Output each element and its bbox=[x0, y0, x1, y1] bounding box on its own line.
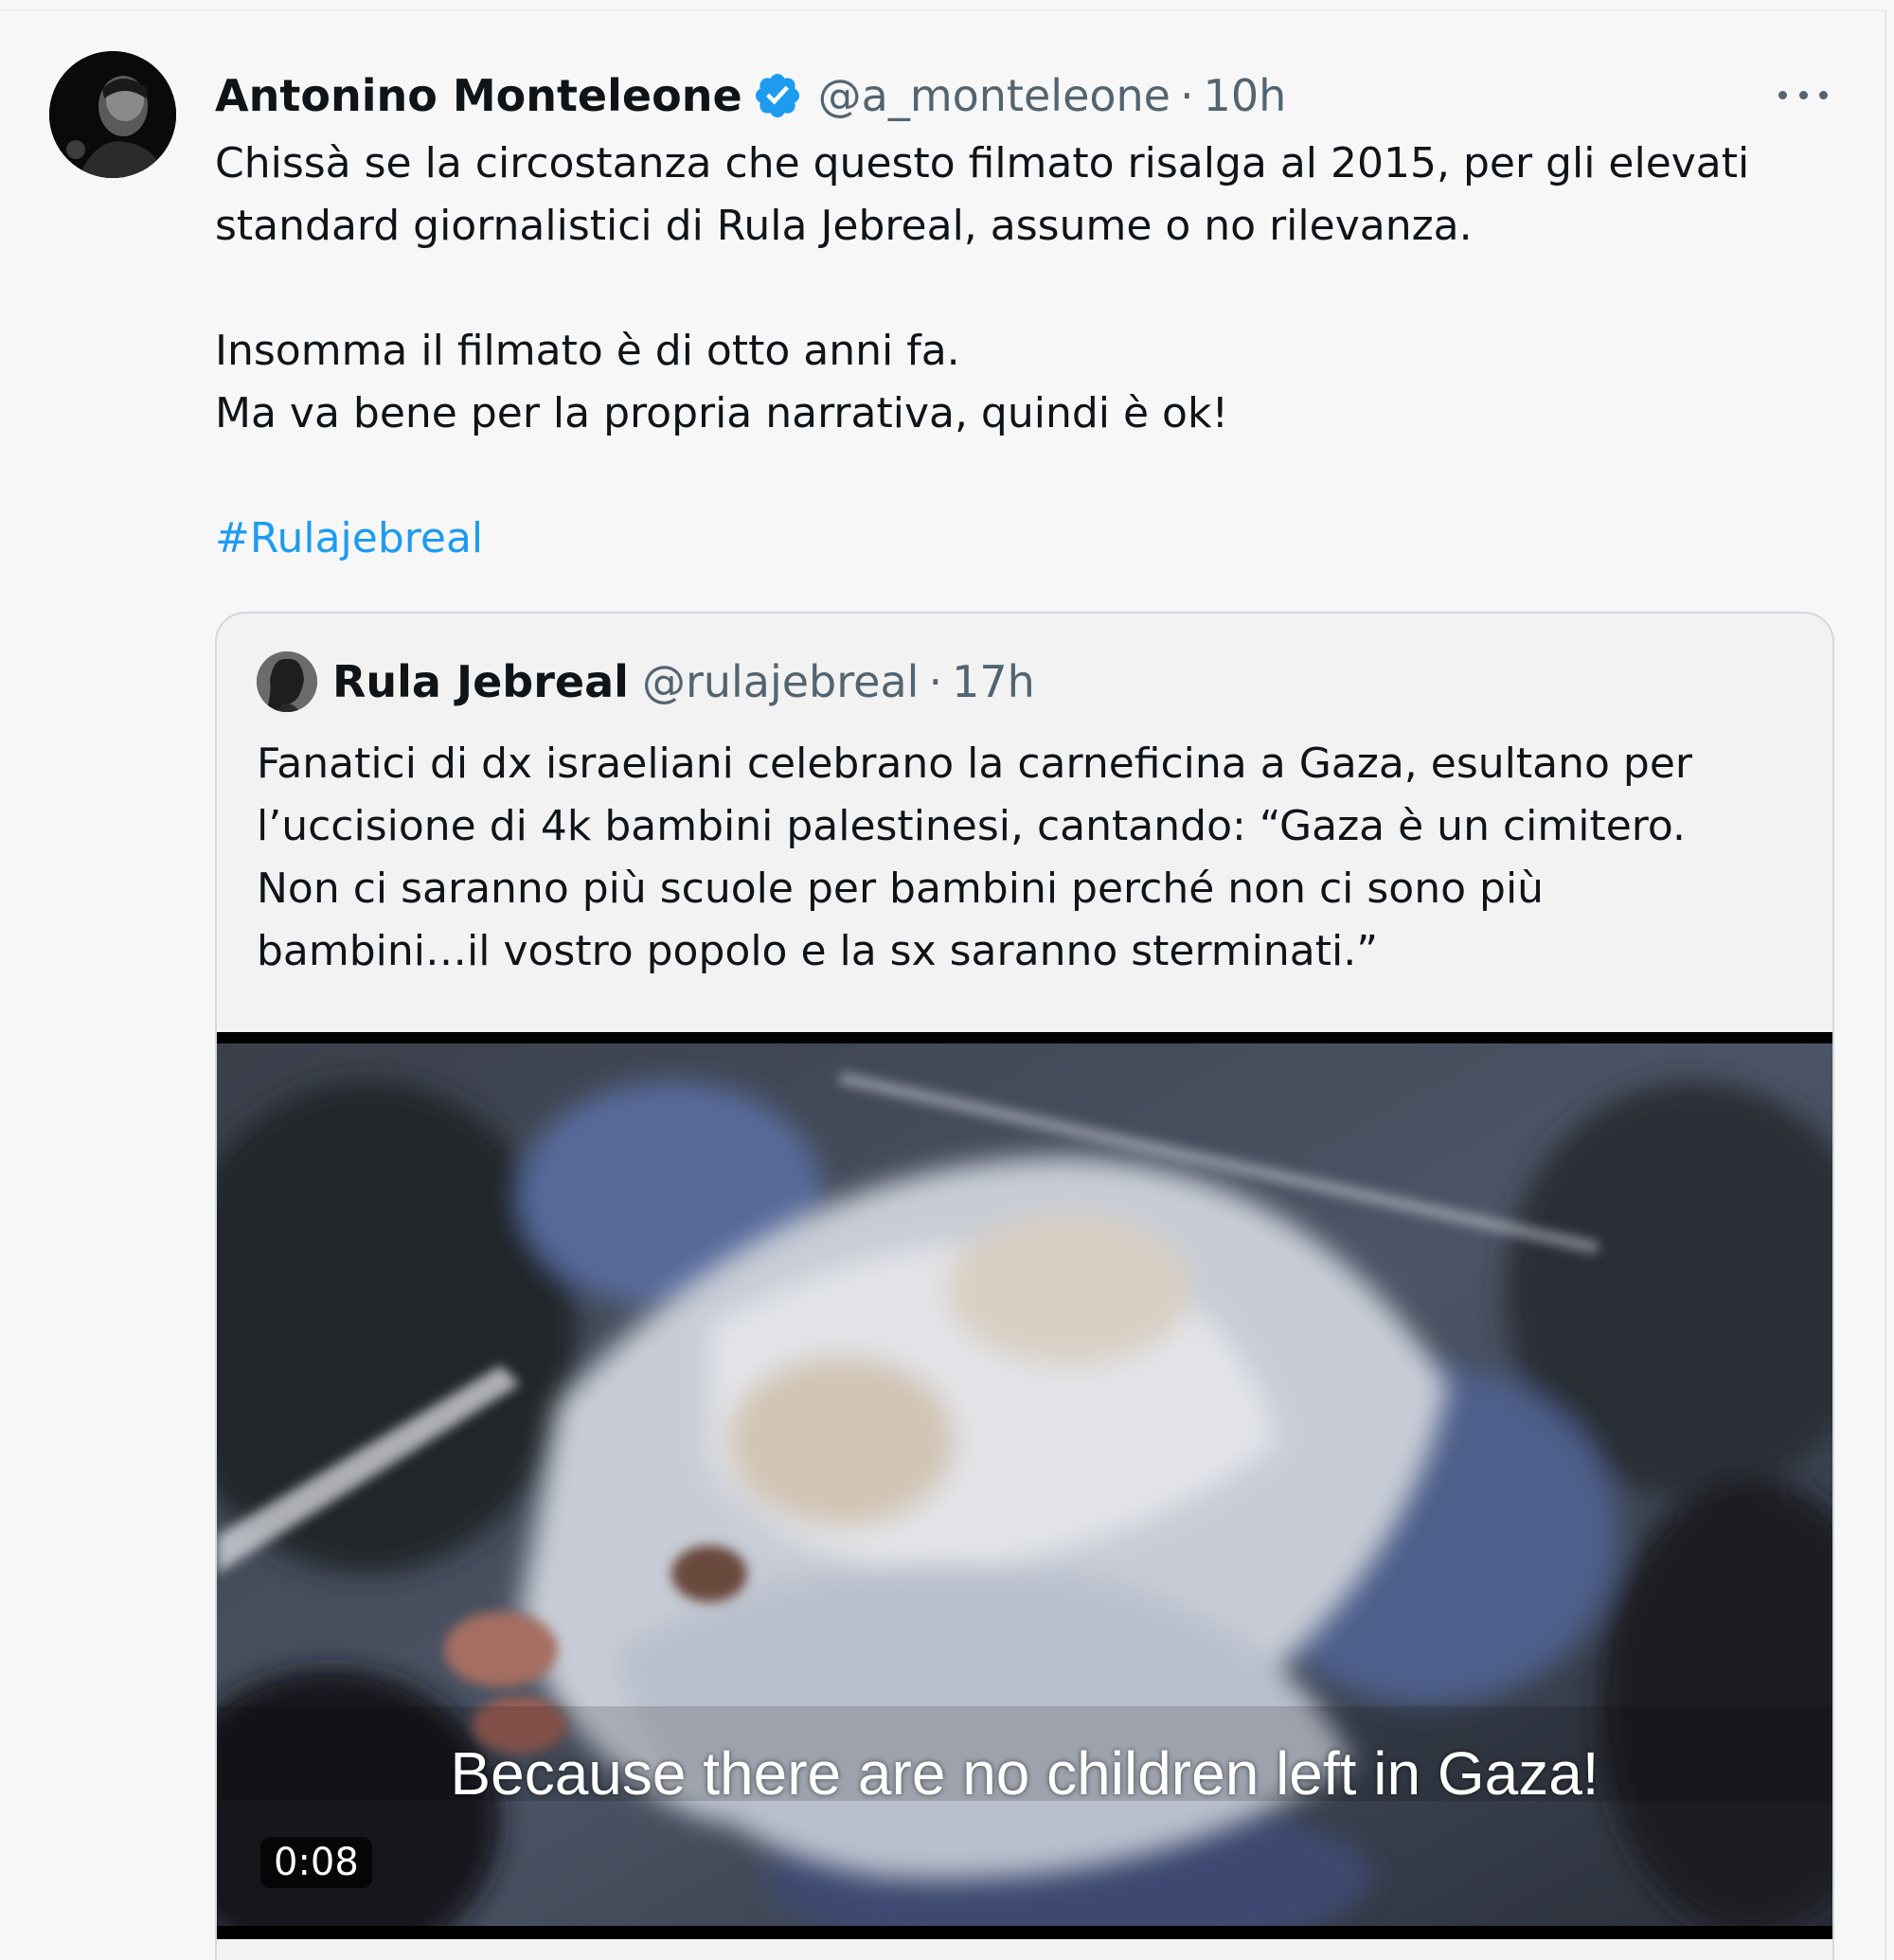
quoted-author-display-name[interactable]: Rula Jebreal bbox=[332, 656, 629, 707]
author-handle[interactable]: @a_monteleone bbox=[818, 70, 1170, 121]
video-player[interactable]: Because there are no children left in Ga… bbox=[217, 1032, 1832, 1939]
quoted-tweet-text: Fanatici di dx israeliani celebrano la c… bbox=[257, 733, 1810, 983]
quoted-text-line: bambini…il vostro popolo e la sx saranno… bbox=[257, 927, 1379, 975]
avatar-photo bbox=[49, 51, 176, 178]
quoted-tweet-footer bbox=[217, 1939, 1832, 1960]
tweet[interactable]: Antonino Monteleone @a_monteleone · 10h … bbox=[0, 9, 1886, 1960]
tweet-text: Chissà se la circostanza che questo film… bbox=[215, 133, 1825, 570]
author-avatar[interactable] bbox=[49, 51, 176, 178]
tweet-timestamp[interactable]: 10h bbox=[1204, 70, 1287, 121]
quoted-author-avatar[interactable] bbox=[257, 651, 317, 712]
video-subtitle: Because there are no children left in Ga… bbox=[450, 1739, 1599, 1808]
tweet-text-line: Chissà se la circostanza che questo film… bbox=[215, 139, 1750, 187]
quoted-text-line: Fanatici di dx israeliani celebrano la c… bbox=[257, 739, 1692, 788]
page: Antonino Monteleone @a_monteleone · 10h … bbox=[0, 0, 1894, 1960]
tweet-header: Antonino Monteleone @a_monteleone · 10h bbox=[215, 62, 1286, 129]
video-duration-badge: 0:08 bbox=[260, 1837, 372, 1888]
tweet-text-line: Ma va bene per la propria narrativa, qui… bbox=[215, 389, 1229, 437]
separator-dot: · bbox=[928, 656, 943, 707]
hashtag-link[interactable]: #Rulajebreal bbox=[215, 514, 483, 562]
separator-dot: · bbox=[1179, 70, 1194, 121]
tweet-text-line: Insomma il filmato è di otto anni fa. bbox=[215, 327, 960, 375]
quoted-author-handle[interactable]: @rulajebreal bbox=[642, 656, 920, 707]
quoted-tweet[interactable]: Rula Jebreal @rulajebreal · 17h Fanatici… bbox=[215, 612, 1834, 1960]
author-display-name[interactable]: Antonino Monteleone bbox=[215, 70, 742, 121]
more-horizontal-icon[interactable] bbox=[1778, 76, 1828, 114]
quoted-tweet-timestamp[interactable]: 17h bbox=[952, 656, 1035, 707]
quoted-tweet-header: Rula Jebreal @rulajebreal · 17h bbox=[257, 651, 1035, 712]
quoted-text-line: Non ci saranno più scuole per bambini pe… bbox=[257, 864, 1545, 913]
verified-badge-icon bbox=[752, 70, 803, 121]
quoted-text-line: l’uccisione di 4k bambini palestinesi, c… bbox=[257, 802, 1687, 850]
tweet-text-line: standard giornalistici di Rula Jebreal, … bbox=[215, 202, 1473, 250]
